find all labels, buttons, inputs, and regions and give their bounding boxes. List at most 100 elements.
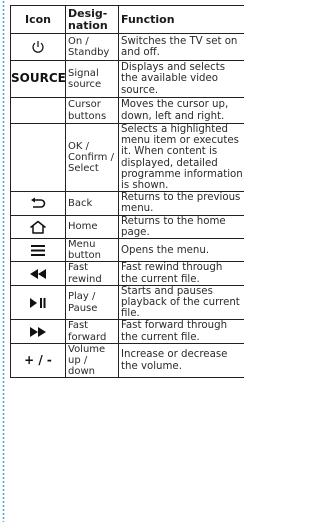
menu-icon <box>10 238 66 263</box>
designation-line: On / <box>68 35 89 47</box>
designation-line: up / <box>68 355 88 367</box>
designation-line: Volume <box>68 343 106 355</box>
source-label: SOURCE <box>10 60 66 98</box>
table-row: Back Returns to the previous menu. <box>10 191 244 216</box>
power-icon <box>10 33 66 61</box>
designation-cell: Home <box>65 214 119 240</box>
function-line: Starts and pauses <box>121 285 213 297</box>
function-line: it. When content is <box>121 146 218 158</box>
function-line: page. <box>121 226 150 238</box>
designation-cell: Cursor buttons <box>65 97 119 124</box>
function-line: the current file. <box>121 273 200 285</box>
table-row: SOURCE Signal source Displays and selects th… <box>10 60 244 98</box>
function-cell: Fast forward through the current file. <box>118 319 244 344</box>
cursor-buttons-icon <box>10 97 66 124</box>
designation-line: Home <box>68 221 98 233</box>
designation-cell: Volume up / down <box>65 342 119 379</box>
designation-line: button <box>68 250 101 262</box>
function-line: Moves the cursor up, <box>121 99 229 111</box>
function-cell: Selects a highlighted menu item or execut… <box>118 122 244 193</box>
function-line: is shown. <box>121 180 169 192</box>
designation-cell: On / Standby <box>65 33 119 61</box>
designation-cell: Back <box>65 191 119 216</box>
designation-line: Standby <box>68 47 110 58</box>
designation-cell: Fast rewind <box>65 261 119 286</box>
function-line: down, left and right. <box>121 110 225 122</box>
manual-page: Icon Desig- nation Function On / Standby S… <box>0 0 244 522</box>
designation-line: Fast <box>68 320 89 332</box>
designation-line: Fast <box>68 262 89 274</box>
dotted-margin-line <box>2 0 5 522</box>
function-line: Opens the menu. <box>121 244 210 256</box>
designation-cell: Signal source <box>65 60 119 98</box>
function-cell: Displays and selects the available video s… <box>118 60 244 98</box>
function-line: Selects a highlighted <box>121 124 228 135</box>
function-line: menu item or executes <box>121 135 239 147</box>
designation-line: buttons <box>68 110 107 122</box>
function-cell: Moves the cursor up, down, left and right… <box>118 97 244 124</box>
play-pause-icon <box>10 284 66 321</box>
ok-icon <box>10 122 66 193</box>
designation-cell: Menu button <box>65 238 119 263</box>
function-cell: Opens the menu. <box>118 238 244 263</box>
table-row: On / Standby Switches the TV set on and off… <box>10 33 244 61</box>
volume-icon: + / - <box>10 342 66 379</box>
designation-cell: Play / Pause <box>65 284 119 321</box>
designation-line: rewind <box>68 273 102 285</box>
designation-line: Cursor <box>68 99 101 111</box>
designation-line: source <box>68 79 102 90</box>
function-line: Fast rewind through <box>121 262 223 274</box>
function-cell: Switches the TV set on and off. <box>118 33 244 61</box>
function-line: the volume. <box>121 360 182 372</box>
designation-line: Signal <box>68 67 99 79</box>
designation-line: OK / <box>68 140 89 152</box>
designation-line: down <box>68 366 95 378</box>
designation-line: Menu <box>68 239 96 251</box>
back-arrow-icon <box>10 191 66 216</box>
header-function: Function <box>118 5 244 34</box>
function-line: Increase or decrease <box>121 349 228 361</box>
remote-control-table: Icon Desig- nation Function On / Standby S… <box>10 5 244 379</box>
fast-rewind-icon <box>10 261 66 286</box>
function-line: Returns to the home <box>121 215 226 227</box>
function-line: Displays and selects <box>121 62 226 74</box>
function-line: menu. <box>121 203 154 215</box>
function-line: file. <box>121 308 140 320</box>
table-row: Play / Pause Starts and pauses playback of … <box>10 284 244 321</box>
designation-line: Confirm / <box>68 152 114 163</box>
designation-line: Play / <box>68 291 96 303</box>
designation-line: Pause <box>68 302 98 314</box>
designation-line: Back <box>68 197 93 209</box>
function-line: Switches the TV set on <box>121 35 238 47</box>
table-row: Home Returns to the home page. <box>10 214 244 240</box>
table-row: Cursor buttons Moves the cursor up, down, l… <box>10 97 244 124</box>
designation-line: forward <box>68 331 107 343</box>
function-cell: Increase or decrease the volume. <box>118 342 244 379</box>
table-row: OK / Confirm / Select Selects a highlighted… <box>10 122 244 193</box>
function-line: playback of the current <box>121 297 240 309</box>
designation-cell: Fast forward <box>65 319 119 344</box>
table-row: Fast forward Fast forward through the curre… <box>10 319 244 344</box>
function-line: programme information <box>121 168 243 180</box>
function-cell: Returns to the previous menu. <box>118 191 244 216</box>
home-icon <box>10 214 66 240</box>
designation-cell: OK / Confirm / Select <box>65 122 119 193</box>
function-line: and off. <box>121 47 160 58</box>
fast-forward-icon <box>10 319 66 344</box>
designation-line: Select <box>68 163 99 175</box>
function-line: source. <box>121 84 159 96</box>
table-row: Menu button Opens the menu. <box>10 238 244 263</box>
header-icon: Icon <box>10 5 66 34</box>
function-line: Returns to the previous <box>121 192 241 204</box>
table-header-row: Icon Desig- nation Function <box>10 5 244 34</box>
function-line: displayed, detailed <box>121 157 218 169</box>
table-row: Fast rewind Fast rewind through the current… <box>10 261 244 286</box>
function-line: the current file. <box>121 331 200 343</box>
table-row: + / - Volume up / down Increase or decrease t… <box>10 342 244 379</box>
function-line: Fast forward through <box>121 320 228 332</box>
function-cell: Starts and pauses playback of the current… <box>118 284 244 321</box>
function-cell: Returns to the home page. <box>118 214 244 240</box>
header-designation: Desig- nation <box>65 5 119 34</box>
function-line: the available video <box>121 73 219 85</box>
function-cell: Fast rewind through the current file. <box>118 261 244 286</box>
